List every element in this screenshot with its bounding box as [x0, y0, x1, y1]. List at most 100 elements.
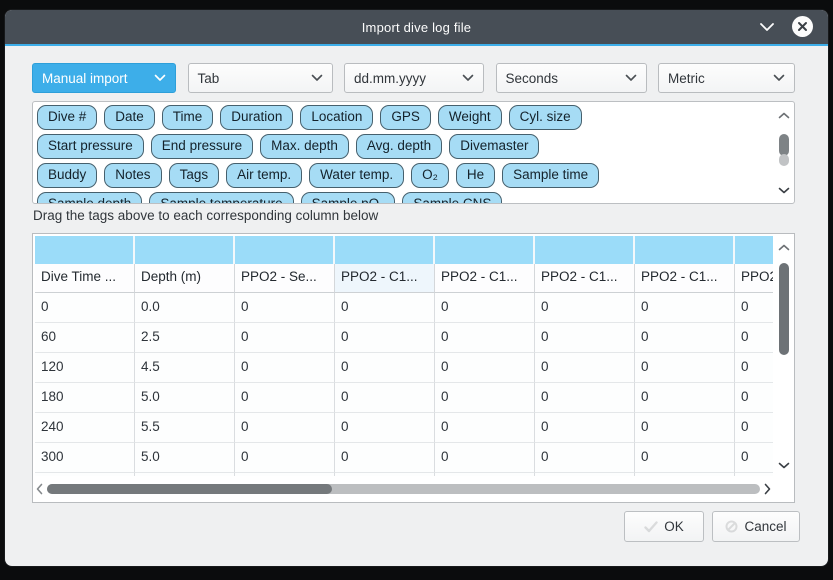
table-cell: 0 — [435, 293, 535, 323]
import-options-toolbar: Manual import Tab dd.mm.yyyy Seconds Met… — [32, 63, 795, 93]
chevron-down-icon — [773, 74, 785, 82]
tag-pill[interactable]: Max. depth — [260, 134, 349, 159]
tag-pill[interactable]: Sample time — [502, 163, 599, 188]
drop-target-cell[interactable] — [235, 236, 335, 264]
tag-pill[interactable]: Buddy — [37, 163, 97, 188]
table-cell: 0 — [735, 383, 773, 413]
table-hscrollbar[interactable] — [36, 479, 771, 499]
tag-pill[interactable]: End pressure — [151, 134, 253, 159]
tag-pill[interactable]: Water temp. — [309, 163, 404, 188]
scroll-left-icon[interactable] — [36, 483, 43, 495]
table-cell: 0 — [635, 443, 735, 473]
column-header[interactable]: PPO2 - Se... — [235, 264, 335, 293]
chevron-down-icon — [625, 74, 637, 82]
desktop-background: { "window": { "title": "Import dive log … — [0, 0, 833, 580]
tag-pill[interactable]: Start pressure — [37, 134, 144, 159]
tag-pill[interactable]: Sample pO₂ — [301, 192, 396, 203]
tag-pill[interactable]: Dive # — [37, 105, 97, 130]
table-cell: 0 — [735, 353, 773, 383]
tag-pill[interactable]: Date — [104, 105, 155, 130]
tags-scrollbar-thumb[interactable] — [779, 134, 789, 156]
table-cell: 300 — [35, 443, 135, 473]
tags-scrollbar[interactable] — [775, 105, 792, 200]
drop-target-cell[interactable] — [435, 236, 535, 264]
close-icon[interactable] — [792, 16, 813, 37]
table-row — [35, 473, 773, 476]
tags-scrollbar-thumb-light[interactable] — [779, 154, 789, 166]
table-vscrollbar-thumb[interactable] — [779, 263, 789, 355]
tags-scrollbar-track[interactable] — [779, 125, 789, 180]
tag-pill[interactable]: Air temp. — [226, 163, 302, 188]
column-header[interactable]: PPO2 - C1... — [335, 264, 435, 293]
tag-pill[interactable]: Sample depth — [37, 192, 142, 203]
tag-pill[interactable]: Notes — [104, 163, 161, 188]
tag-pill[interactable]: Divemaster — [449, 134, 539, 159]
table-cell: 0 — [35, 293, 135, 323]
table-cell — [35, 473, 135, 476]
ok-button[interactable]: OK — [624, 511, 704, 542]
dialog-buttons: OK Cancel — [624, 511, 800, 542]
drop-target-cell[interactable] — [635, 236, 735, 264]
drop-target-cell[interactable] — [35, 236, 135, 264]
titlebar[interactable]: Import dive log file — [5, 10, 828, 44]
column-header[interactable]: PPO2 - C1... — [635, 264, 735, 293]
column-header[interactable]: Depth (m) — [135, 264, 235, 293]
tag-pill[interactable]: Time — [162, 105, 214, 130]
table-cell: 5.0 — [135, 443, 235, 473]
table-hscrollbar-track[interactable] — [47, 484, 760, 494]
table-cell — [435, 473, 535, 476]
tag-pill[interactable]: Cyl. size — [509, 105, 582, 130]
table-cell: 0 — [635, 383, 735, 413]
units-dropdown[interactable]: Metric — [658, 63, 795, 93]
tag-pill[interactable]: Sample CNS — [402, 192, 502, 203]
scroll-down-icon[interactable] — [778, 455, 790, 475]
chevron-down-icon — [311, 74, 323, 82]
tag-pill[interactable]: He — [456, 163, 495, 188]
table-cell: 0 — [235, 323, 335, 353]
table-row: 2405.5000000 — [35, 413, 773, 443]
column-header[interactable]: PPO2 - C1... — [435, 264, 535, 293]
duration-format-dropdown[interactable]: Seconds — [496, 63, 647, 93]
table-cell — [335, 473, 435, 476]
table-cell: 2.5 — [135, 323, 235, 353]
tag-pill[interactable]: Tags — [169, 163, 220, 188]
table-cell: 0 — [535, 443, 635, 473]
table-cell — [735, 473, 773, 476]
column-header[interactable]: PPO2 - C1... — [735, 264, 773, 293]
tag-pill[interactable]: Duration — [220, 105, 293, 130]
table-vscrollbar-track[interactable] — [779, 257, 789, 455]
date-format-dropdown[interactable]: dd.mm.yyyy — [344, 63, 484, 93]
table-cell: 0 — [435, 323, 535, 353]
chevron-down-icon[interactable] — [758, 19, 776, 35]
tag-pill[interactable]: Avg. depth — [356, 134, 442, 159]
scroll-down-icon[interactable] — [778, 180, 790, 200]
cancel-button[interactable]: Cancel — [712, 511, 800, 542]
tag-pill[interactable]: Sample temperature — [149, 192, 293, 203]
field-separator-dropdown[interactable]: Tab — [188, 63, 333, 93]
tag-pill[interactable]: O₂ — [411, 163, 449, 188]
column-header[interactable]: Dive Time ... — [35, 264, 135, 293]
table-hscrollbar-thumb[interactable] — [47, 484, 332, 494]
table-cell: 180 — [35, 383, 135, 413]
drop-target-cell[interactable] — [535, 236, 635, 264]
import-mode-dropdown[interactable]: Manual import — [32, 63, 176, 93]
table-vscrollbar[interactable] — [775, 237, 792, 475]
tag-pill[interactable]: Weight — [438, 105, 502, 130]
tag-pill[interactable]: Location — [300, 105, 373, 130]
drop-target-cell[interactable] — [735, 236, 773, 264]
drop-target-cell[interactable] — [335, 236, 435, 264]
scroll-up-icon[interactable] — [778, 105, 790, 125]
table-cell: 120 — [35, 353, 135, 383]
import-table: Dive Time ...Depth (m)PPO2 - Se...PPO2 -… — [35, 236, 773, 476]
scroll-right-icon[interactable] — [764, 483, 771, 495]
table-cell: 0 — [635, 293, 735, 323]
table-cell: 0 — [535, 323, 635, 353]
scroll-up-icon[interactable] — [778, 237, 790, 257]
field-separator-value: Tab — [198, 71, 220, 86]
tag-pill[interactable]: GPS — [380, 105, 431, 130]
table-cell: 0 — [435, 443, 535, 473]
table-cell: 0 — [635, 323, 735, 353]
drop-target-cell[interactable] — [135, 236, 235, 264]
column-header[interactable]: PPO2 - C1... — [535, 264, 635, 293]
table-cell: 0 — [335, 353, 435, 383]
